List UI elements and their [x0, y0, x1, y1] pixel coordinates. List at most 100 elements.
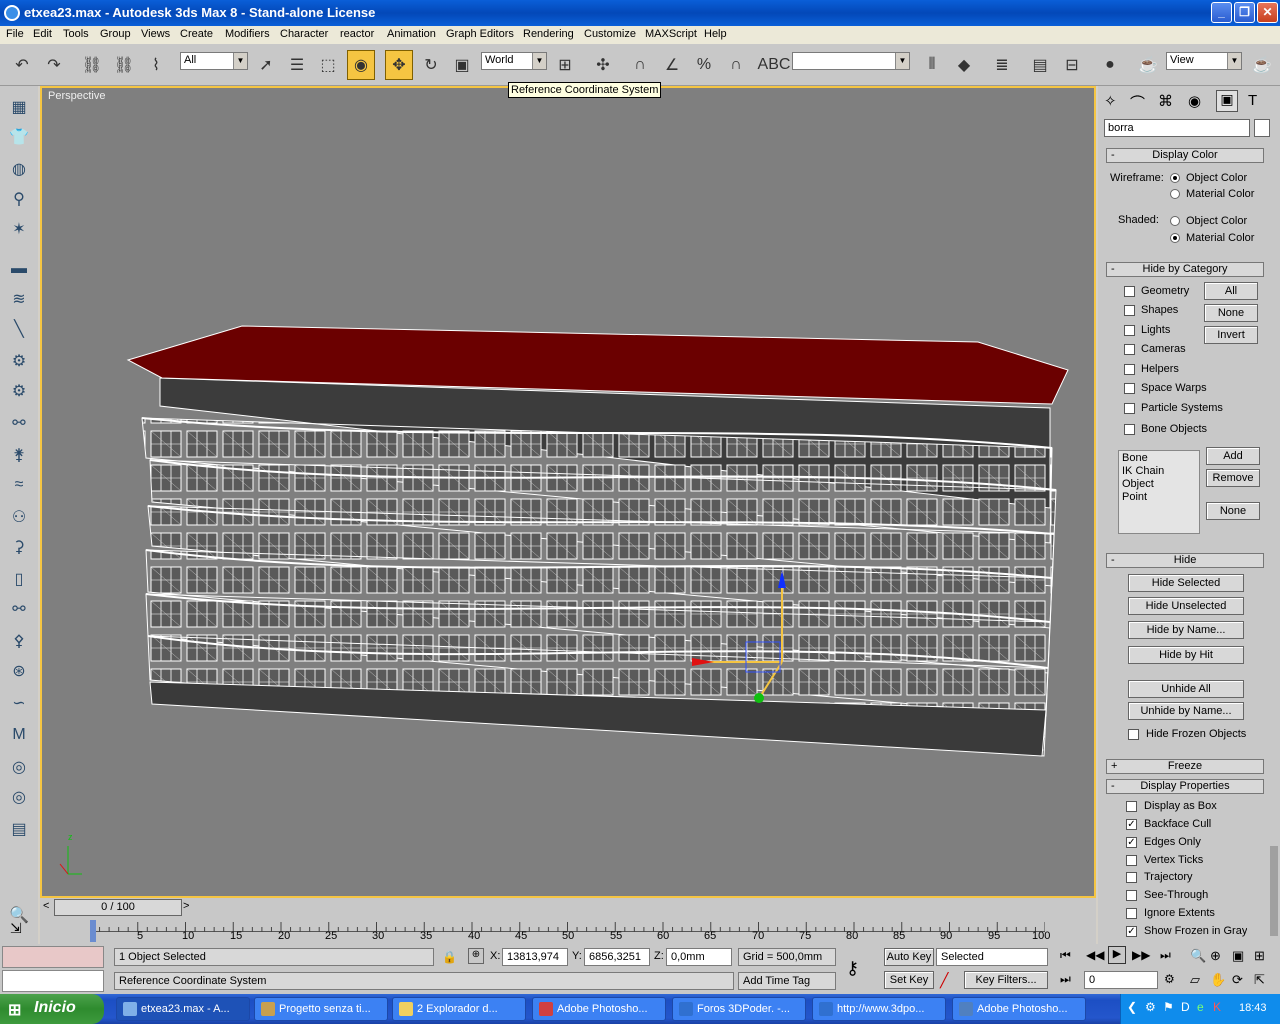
- zoom-icon[interactable]: 🔍: [1190, 948, 1206, 964]
- default-key-tangent-icon[interactable]: ╱: [940, 972, 948, 989]
- hide-unselected-button[interactable]: Hide Unselected: [1128, 597, 1244, 615]
- trajectory-checkbox[interactable]: [1126, 872, 1137, 883]
- zoom-extents-icon[interactable]: ▣: [1232, 948, 1244, 964]
- menu-help[interactable]: Help: [704, 28, 727, 40]
- invert-button[interactable]: Invert: [1204, 326, 1258, 344]
- pivot-center-icon[interactable]: ⊞: [551, 50, 579, 80]
- tray-expand-icon[interactable]: ❮: [1127, 1000, 1137, 1014]
- list-item[interactable]: Bone: [1122, 452, 1196, 465]
- mirror-icon[interactable]: ⫴: [918, 50, 946, 80]
- helpers-checkbox[interactable]: [1124, 364, 1135, 375]
- task-foros[interactable]: Foros 3DPoder. -...: [672, 997, 806, 1021]
- quick-render-icon[interactable]: ☕: [1248, 50, 1276, 80]
- key-mode-toggle-icon[interactable]: ⏭: [1060, 972, 1071, 987]
- wireframe-material-color-radio[interactable]: [1170, 189, 1180, 199]
- hierarchy-tab-icon[interactable]: ⌘: [1158, 92, 1173, 110]
- shaded-object-color-radio[interactable]: [1170, 216, 1180, 226]
- absolute-mode-icon[interactable]: ⊕: [468, 948, 484, 964]
- key-selection-dropdown[interactable]: Selected: [936, 948, 1048, 966]
- all-button[interactable]: All: [1204, 282, 1258, 300]
- percent-snap-icon[interactable]: %: [690, 50, 718, 80]
- time-slider[interactable]: 0 / 100: [54, 899, 182, 916]
- key-filters-button[interactable]: Key Filters...: [964, 971, 1048, 989]
- menu-graph-editors[interactable]: Graph Editors: [446, 28, 514, 40]
- modify-tab-icon[interactable]: ⌒: [1130, 92, 1145, 113]
- layer-manager-icon[interactable]: ≣: [988, 50, 1016, 80]
- freeze-rollout[interactable]: + Freeze: [1106, 759, 1264, 774]
- hide-by-name-button[interactable]: Hide by Name...: [1128, 621, 1244, 639]
- hide-selected-button[interactable]: Hide Selected: [1128, 574, 1244, 592]
- z-coordinate-field[interactable]: 0,0mm: [666, 948, 732, 966]
- constraint-solver-icon[interactable]: ⚇: [6, 504, 32, 530]
- menu-tools[interactable]: Tools: [63, 28, 89, 40]
- reference-coordinate-dropdown[interactable]: World ▼: [481, 52, 547, 70]
- auto-key-button[interactable]: Auto Key: [884, 948, 934, 966]
- preview-animation-icon[interactable]: ◎: [6, 754, 32, 780]
- y-coordinate-field[interactable]: 6856,3251: [584, 948, 650, 966]
- point-path-icon[interactable]: ∽: [6, 690, 32, 716]
- select-and-move-icon[interactable]: ✥: [385, 50, 413, 80]
- maximize-button[interactable]: ❐: [1234, 2, 1255, 23]
- shapes-checkbox[interactable]: [1124, 305, 1135, 316]
- unhide-by-name-button[interactable]: Unhide by Name...: [1128, 702, 1244, 720]
- menu-reactor[interactable]: reactor: [340, 28, 374, 40]
- rigid-body-collection-icon[interactable]: ▦: [6, 94, 32, 120]
- minimize-button[interactable]: _: [1211, 2, 1232, 23]
- water-icon[interactable]: ≈: [6, 472, 32, 498]
- task-http[interactable]: http://www.3dpo...: [812, 997, 946, 1021]
- x-coordinate-field[interactable]: 13813,974: [502, 948, 568, 966]
- maxscript-listener-mini[interactable]: [2, 946, 104, 968]
- zoom-extents-all-icon[interactable]: ⊞: [1254, 948, 1265, 964]
- start-button[interactable]: ⊞ Inicio: [0, 994, 104, 1024]
- menu-create[interactable]: Create: [180, 28, 213, 40]
- hinge-icon[interactable]: ▯: [6, 566, 32, 592]
- menu-edit[interactable]: Edit: [33, 28, 52, 40]
- lights-checkbox[interactable]: [1124, 325, 1135, 336]
- angle-snap-icon[interactable]: ∠: [658, 50, 686, 80]
- hide-frozen-checkbox[interactable]: [1128, 729, 1139, 740]
- bind-space-warp-icon[interactable]: ⌇: [142, 50, 170, 80]
- task-photoshop-2[interactable]: Adobe Photosho...: [952, 997, 1086, 1021]
- object-name-field[interactable]: borra: [1104, 119, 1250, 137]
- spring-icon[interactable]: ≋: [6, 286, 32, 312]
- analyze-world-icon[interactable]: ▤: [6, 816, 32, 842]
- particle-systems-checkbox[interactable]: [1124, 403, 1135, 414]
- menu-file[interactable]: File: [6, 28, 24, 40]
- next-frame-icon[interactable]: ▶▶: [1132, 948, 1150, 962]
- category-list[interactable]: Bone IK Chain Object Point: [1118, 450, 1200, 534]
- previous-frame-icon[interactable]: ◀◀: [1086, 948, 1104, 962]
- object-color-swatch[interactable]: [1254, 119, 1270, 137]
- key-icon[interactable]: ⚷: [846, 958, 859, 979]
- toy-car-icon[interactable]: ⚯: [6, 410, 32, 436]
- undo-icon[interactable]: ↶: [8, 50, 36, 80]
- go-to-end-icon[interactable]: ⏭: [1160, 948, 1171, 963]
- ragdoll-icon[interactable]: ⚳: [6, 534, 32, 560]
- window-crossing-icon[interactable]: ◉: [347, 50, 375, 80]
- motion-tab-icon[interactable]: ◉: [1188, 92, 1201, 110]
- menu-character[interactable]: Character: [280, 28, 328, 40]
- hide-rollout[interactable]: - Hide: [1106, 553, 1264, 568]
- unlink-icon[interactable]: ⛓: [110, 50, 138, 80]
- render-scene-icon[interactable]: ☕: [1134, 50, 1162, 80]
- tray-e-icon[interactable]: e: [1197, 1000, 1204, 1014]
- time-configuration-icon[interactable]: ⚙: [1164, 972, 1175, 986]
- car-wheel-icon[interactable]: ⊛: [6, 658, 32, 684]
- material-editor-icon[interactable]: ●: [1096, 50, 1124, 80]
- view-dropdown[interactable]: View ▼: [1166, 52, 1242, 70]
- menu-customize[interactable]: Customize: [584, 28, 636, 40]
- space-warps-checkbox[interactable]: [1124, 383, 1135, 394]
- zoom-all-icon[interactable]: ⊕: [1210, 948, 1221, 964]
- tray-app-icon[interactable]: ⚑: [1163, 1000, 1174, 1014]
- curve-editor-icon[interactable]: ▤: [1026, 50, 1054, 80]
- fracture-display-icon[interactable]: M: [6, 722, 32, 748]
- hide-by-category-rollout[interactable]: - Hide by Category: [1106, 262, 1264, 277]
- utilities-tab-icon[interactable]: T: [1248, 92, 1257, 109]
- arc-rotate-icon[interactable]: ⟳: [1232, 972, 1243, 988]
- cloth-collection-icon[interactable]: 👕: [6, 124, 32, 150]
- task-3dsmax[interactable]: etxea23.max - A...: [116, 997, 250, 1021]
- cameras-checkbox[interactable]: [1124, 344, 1135, 355]
- show-frozen-gray-checkbox[interactable]: ✓: [1126, 926, 1137, 937]
- ignore-extents-checkbox[interactable]: [1126, 908, 1137, 919]
- select-and-link-icon[interactable]: ⛓: [78, 50, 106, 80]
- menu-maxscript[interactable]: MAXScript: [645, 28, 697, 40]
